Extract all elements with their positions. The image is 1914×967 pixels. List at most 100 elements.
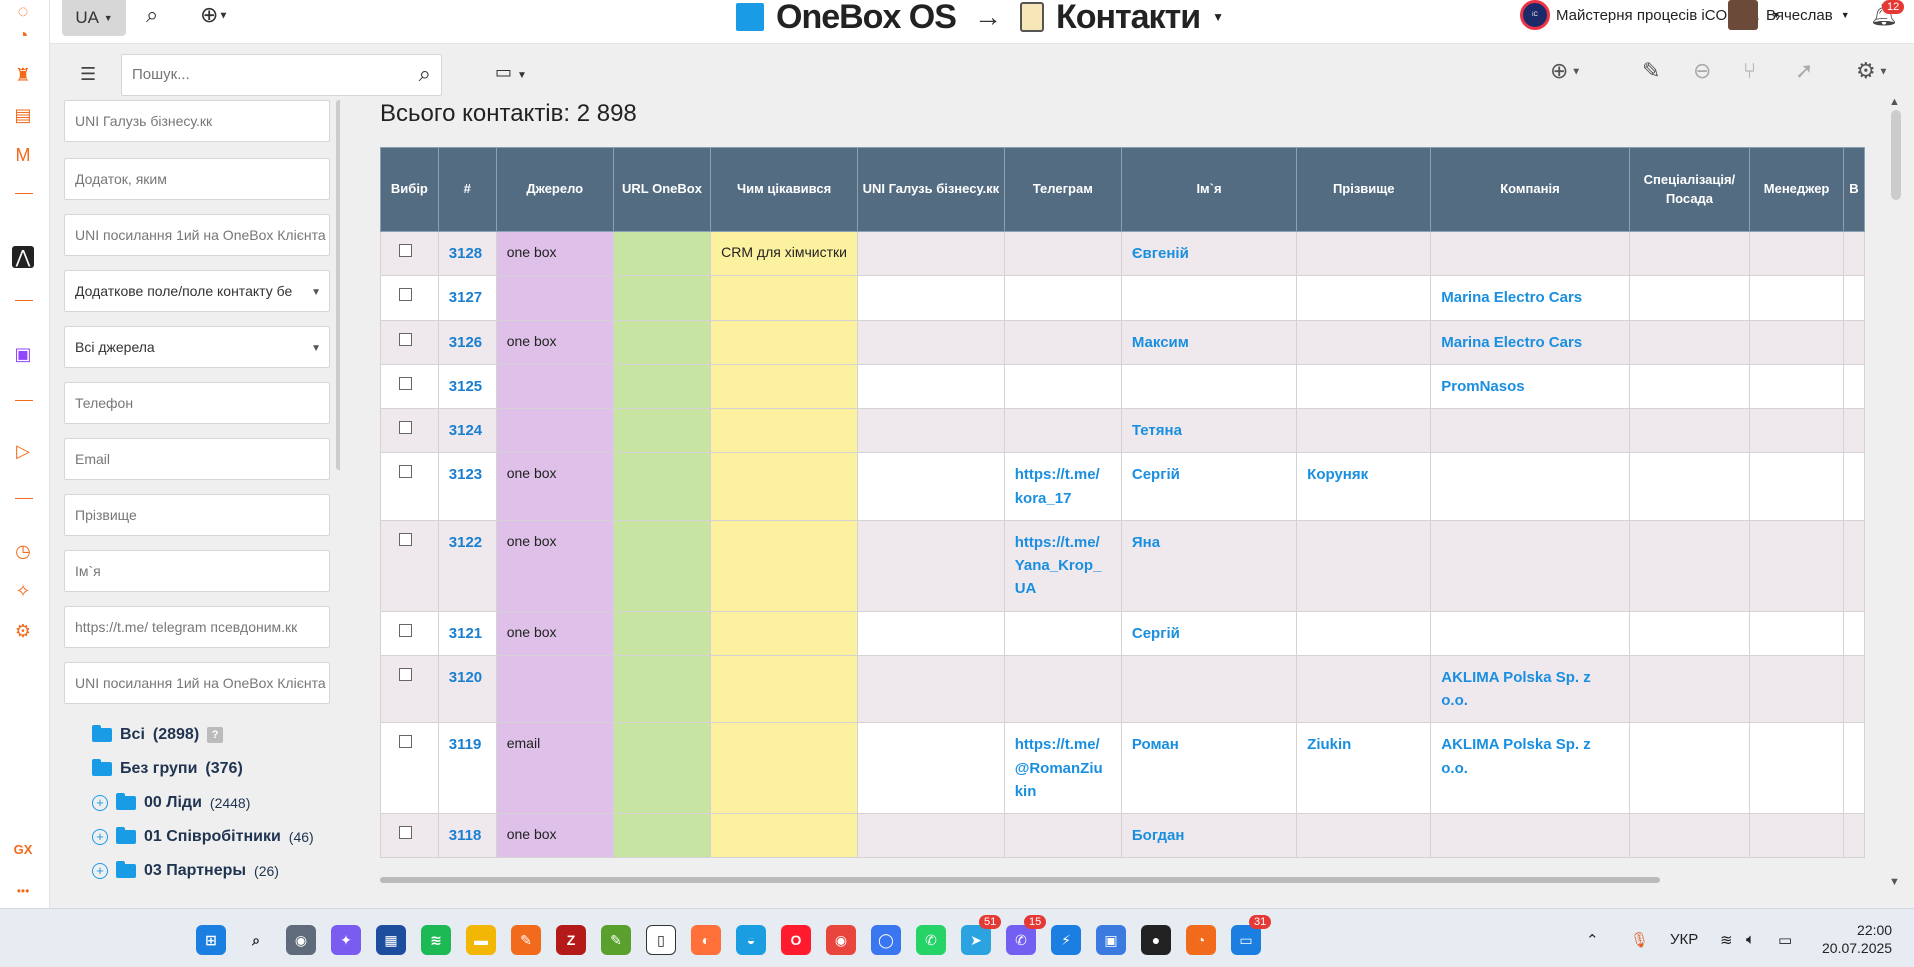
recorder-icon[interactable]: ● (1141, 925, 1171, 955)
table-row[interactable]: 3122 one box https://t.me/ Yana_Krop_ UA Ян… (380, 519, 1865, 612)
select-cell[interactable] (380, 407, 439, 454)
windows-start-icon[interactable]: ⊞ (196, 925, 226, 955)
select-cell[interactable] (380, 654, 439, 724)
copilot-icon[interactable]: ✦ (331, 925, 361, 955)
row-checkbox[interactable] (399, 667, 412, 681)
table-row[interactable]: 3127 Marina Electro Cars (380, 275, 1865, 321)
sidebar-scrollbar[interactable] (336, 100, 340, 470)
scroll-down-icon[interactable]: ▼ (1889, 876, 1900, 888)
surname-link[interactable] (1296, 812, 1432, 859)
contact-id[interactable]: 3128 (437, 230, 497, 277)
surname-link[interactable]: Ziukin (1296, 722, 1432, 814)
row-checkbox[interactable] (399, 826, 412, 839)
signal-icon[interactable]: ◯ (871, 925, 901, 955)
company-link[interactable] (1430, 610, 1630, 656)
select-cell[interactable] (380, 230, 439, 277)
telegram-field[interactable]: https://t.me/ telegram псевдоним.кк (64, 606, 330, 648)
company-link[interactable]: Marina Electro Cars (1430, 319, 1630, 365)
contact-id[interactable]: 3122 (437, 519, 497, 612)
company-link[interactable]: PromNasos (1430, 363, 1630, 410)
contact-id[interactable]: 3123 (437, 452, 497, 521)
surname-link[interactable] (1296, 519, 1432, 612)
col-header[interactable]: Ім`я (1120, 147, 1298, 232)
wifi-icon[interactable]: ≋ (1720, 931, 1733, 949)
merge-icon[interactable]: ⑂ (1743, 58, 1756, 84)
clock[interactable]: 22:00 20.07.2025 (1822, 921, 1892, 957)
play-icon[interactable]: ▷ (12, 440, 34, 462)
telegram-icon[interactable]: ➤ (961, 925, 991, 955)
export-icon[interactable]: ➚ (1795, 58, 1813, 84)
surname-link[interactable] (1296, 654, 1432, 724)
surname-link[interactable] (1296, 230, 1432, 277)
row-checkbox[interactable] (399, 421, 412, 434)
remove-icon[interactable]: ⊖ (1693, 58, 1711, 84)
telegram-link[interactable] (1003, 812, 1122, 859)
first-name-link[interactable]: Сергій (1120, 452, 1298, 521)
col-header[interactable]: # (437, 147, 497, 232)
contact-id[interactable]: 3120 (437, 654, 497, 724)
bag-icon[interactable]: ♜ (12, 64, 34, 86)
contact-id[interactable]: 3119 (437, 722, 497, 814)
chevron-down-icon[interactable]: ▼ (1212, 10, 1224, 24)
search-icon[interactable]: ⌕ (419, 61, 431, 87)
col-header[interactable]: Прізвище (1296, 147, 1432, 232)
group-leads[interactable]: + 00 Ліди (2448) (92, 793, 250, 812)
company-link[interactable] (1430, 519, 1630, 612)
row-checkbox[interactable] (399, 244, 412, 257)
speed-icon[interactable]: ◔ (12, 24, 34, 46)
surname-link[interactable] (1296, 610, 1432, 656)
module-title[interactable]: Контакти (1056, 0, 1201, 37)
notepad-icon[interactable]: ✎ (601, 925, 631, 955)
battery-icon[interactable]: ▭ (1778, 931, 1792, 949)
telegram-link[interactable] (1003, 363, 1122, 410)
add-contact-icon[interactable]: ⊕ ▼ (1550, 58, 1581, 84)
filezilla-icon[interactable]: Z (556, 925, 586, 955)
speed-app-icon[interactable]: ◔ (1186, 925, 1216, 955)
scroll-up-icon[interactable]: ▲ (1889, 96, 1900, 108)
select-cell[interactable] (380, 363, 439, 410)
expand-icon[interactable]: + (92, 795, 108, 811)
row-checkbox[interactable] (399, 532, 412, 546)
remote-icon[interactable]: ▭ (1231, 925, 1261, 955)
mic-icon[interactable]: 🎙︎ (1630, 931, 1649, 949)
pen-icon[interactable]: ✎ (511, 925, 541, 955)
twitch-icon[interactable]: ▣ (12, 343, 34, 365)
col-header[interactable]: URL OneBox (612, 147, 712, 232)
col-header[interactable]: Чим цікавився (710, 147, 859, 232)
col-header[interactable]: UNI Галузь бізнесу.кк (857, 147, 1005, 232)
company-link[interactable] (1430, 407, 1630, 454)
group-employees[interactable]: + 01 Співробітники (46) (92, 827, 314, 846)
first-name-link[interactable]: Роман (1120, 722, 1298, 814)
company-link[interactable] (1430, 812, 1630, 859)
contact-id[interactable]: 3126 (437, 319, 497, 365)
vertical-scrollbar[interactable]: ▲ ▼ (1885, 96, 1914, 890)
chevron-up-icon[interactable]: ⌃ (1586, 931, 1599, 949)
search-icon[interactable]: ⌕ (146, 2, 158, 28)
viber-icon[interactable]: ✆ (1006, 925, 1036, 955)
table-row[interactable]: 3126 one box Максим Marina Electro Cars (380, 319, 1865, 365)
firefox-icon[interactable]: ◐ (691, 925, 721, 955)
filter-icon[interactable]: ☰ (80, 64, 96, 85)
telegram-link[interactable]: https://t.me/ kora_17 (1003, 452, 1122, 521)
dashboard-icon[interactable]: ◌ (12, 0, 34, 22)
stripe-icon[interactable]: ▤ (12, 104, 34, 126)
row-checkbox[interactable] (399, 623, 412, 637)
first-name-link[interactable]: Максим (1120, 319, 1298, 365)
contact-id[interactable]: 3124 (437, 407, 497, 454)
explorer-icon[interactable]: ▬ (466, 925, 496, 955)
view-mode-icon[interactable]: ▭ ▼ (495, 62, 527, 83)
language-select[interactable]: UA ▼ (62, 0, 126, 36)
user-menu[interactable]: Вячеслав ▼ (1728, 0, 1850, 30)
company-link[interactable] (1430, 452, 1630, 521)
edit-icon[interactable]: ✎ (1642, 58, 1660, 84)
group-ungrouped[interactable]: Без групи (376) (92, 759, 243, 778)
filter-field[interactable]: UNI посилання 1ий на OneBox Клієнта (64, 214, 330, 256)
clock-icon[interactable]: ◷ (12, 540, 34, 562)
first-name-link[interactable]: Богдан (1120, 812, 1298, 859)
filter-field[interactable]: UNI Галузь бізнесу.кк (64, 100, 330, 142)
col-header[interactable]: Компанія (1430, 147, 1630, 232)
select-cell[interactable] (380, 452, 439, 521)
expand-icon[interactable]: + (92, 863, 108, 879)
table-row[interactable]: 3125 PromNasos (380, 363, 1865, 410)
chrome-icon[interactable]: ◉ (826, 925, 856, 955)
